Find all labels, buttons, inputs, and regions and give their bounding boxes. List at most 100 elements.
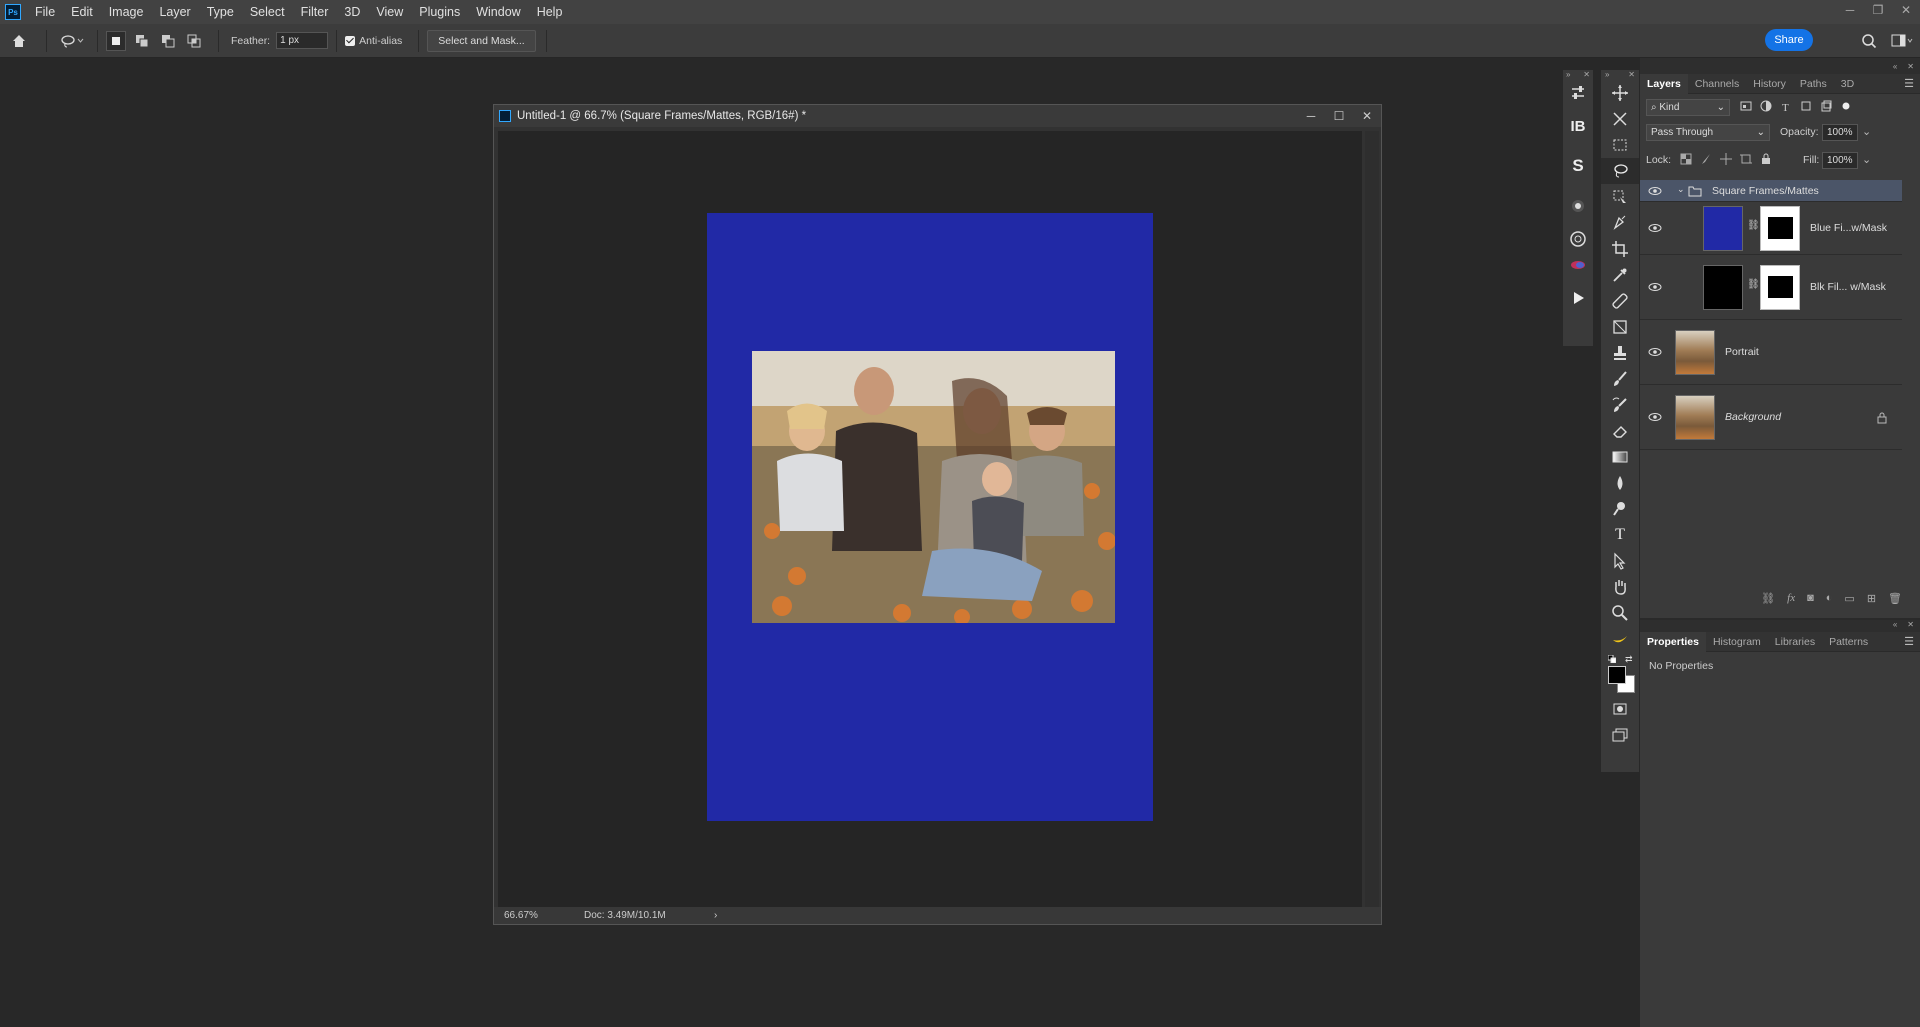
visibility-eye-icon[interactable] [1648,187,1662,195]
play-icon[interactable] [1563,278,1593,318]
blend-mode-select[interactable]: Pass Through ⌄ [1646,124,1770,141]
tab-history[interactable]: History [1746,74,1793,94]
visibility-eye-icon[interactable] [1648,283,1662,291]
tab-properties[interactable]: Properties [1640,631,1706,652]
zoom-level[interactable]: 66.67% [504,910,562,921]
color-plugin-icon[interactable] [1563,252,1593,278]
menu-3d[interactable]: 3D [336,0,368,24]
blur-icon[interactable] [1601,470,1639,496]
feather-input[interactable]: 1 px [276,32,329,49]
share-button[interactable]: Share [1765,29,1813,51]
collapse-icon[interactable]: » [1566,70,1570,80]
add-selection-icon[interactable] [132,31,152,51]
crop-icon[interactable] [1601,236,1639,262]
type-icon[interactable]: T [1601,522,1639,548]
layer-row-blue-fill[interactable]: ⛓ Blue Fi...w/Mask [1640,202,1902,255]
lasso-icon[interactable] [1601,158,1639,184]
lock-transparent-icon[interactable] [1680,153,1692,165]
swap-colors-icon[interactable]: ⇄ [1625,654,1633,665]
healing-icon[interactable] [1601,288,1639,314]
home-icon[interactable] [0,33,38,49]
menu-select[interactable]: Select [242,0,293,24]
filter-toggle-icon[interactable] [1840,100,1852,112]
menu-layer[interactable]: Layer [151,0,198,24]
filter-pixel-icon[interactable] [1740,100,1752,112]
brush-icon[interactable] [1601,366,1639,392]
tab-channels[interactable]: Channels [1688,74,1746,94]
menu-file[interactable]: File [27,0,63,24]
new-layer-icon[interactable]: ⊞ [1867,592,1876,605]
screen-mode-icon[interactable] [1601,722,1639,748]
close-button[interactable]: ✕ [1892,0,1920,24]
object-select-icon[interactable] [1601,184,1639,210]
doc-maximize-button[interactable]: ☐ [1325,105,1353,127]
menu-filter[interactable]: Filter [293,0,337,24]
new-group-icon[interactable]: ▭ [1844,592,1854,605]
subtract-selection-icon[interactable] [158,31,178,51]
layer-row-group[interactable]: ⌄ Square Frames/Mattes [1640,180,1902,202]
path-select-icon[interactable] [1601,548,1639,574]
doc-close-button[interactable]: ✕ [1353,105,1381,127]
filter-shape-icon[interactable] [1800,100,1812,112]
properties-collapse-icon[interactable]: « [1893,620,1897,632]
search-icon[interactable] [1854,33,1884,49]
workspace-icon[interactable] [1884,34,1920,48]
menu-edit[interactable]: Edit [63,0,101,24]
foreground-color[interactable] [1608,666,1626,684]
tab-libraries[interactable]: Libraries [1768,632,1822,652]
default-colors-icon[interactable] [1607,654,1617,664]
eraser-icon[interactable] [1601,418,1639,444]
menu-type[interactable]: Type [199,0,242,24]
document-tab[interactable]: Untitled-1 @ 66.7% (Square Frames/Mattes… [494,105,1381,127]
menu-image[interactable]: Image [101,0,152,24]
opacity-dropdown-icon[interactable]: ⌄ [1862,125,1871,138]
toolbox-close-icon[interactable]: ✕ [1628,70,1635,80]
photoshop-logo[interactable]: Ps [5,4,21,20]
antialias-checkbox[interactable] [345,35,356,46]
stamp-icon[interactable] [1601,340,1639,366]
s-plugin-icon[interactable]: S [1563,146,1593,186]
layer-row-black-fill[interactable]: ⛓ Blk Fil... w/Mask [1640,255,1902,320]
delete-layer-icon[interactable]: 🗑 [1888,592,1902,605]
history-brush-icon[interactable] [1601,392,1639,418]
restore-button[interactable]: ❐ [1864,0,1892,24]
ib-plugin-icon[interactable]: IB [1563,106,1593,146]
tab-histogram[interactable]: Histogram [1706,632,1768,652]
panel-close-icon[interactable]: ✕ [1907,62,1914,71]
fill-input[interactable]: 100% [1822,152,1858,169]
filter-kind-select[interactable]: ⌕ Kind ⌄ [1646,99,1730,116]
artboard-icon[interactable] [1601,106,1639,132]
frame-icon[interactable] [1601,314,1639,340]
layer-row-background[interactable]: Background [1640,385,1902,450]
fill-dropdown-icon[interactable]: ⌄ [1862,153,1871,166]
opacity-input[interactable]: 100% [1822,124,1858,141]
lock-all-icon[interactable] [1760,153,1772,165]
menu-plugins[interactable]: Plugins [411,0,468,24]
adjustments-icon[interactable] [1563,80,1593,106]
move-icon[interactable] [1601,80,1639,106]
lock-artboard-icon[interactable] [1740,153,1752,165]
vertical-scrollbar[interactable] [1365,131,1379,909]
menu-view[interactable]: View [368,0,411,24]
tab-layers[interactable]: Layers [1640,73,1688,94]
visibility-eye-icon[interactable] [1648,348,1662,356]
visibility-eye-icon[interactable] [1648,413,1662,421]
adjustment-layer-icon[interactable]: ◐ [1826,592,1833,604]
toolbox-collapse-icon[interactable]: » [1605,70,1609,80]
zoom-icon[interactable] [1601,600,1639,626]
close-icon[interactable]: ✕ [1583,70,1590,80]
minimize-button[interactable]: ─ [1836,0,1864,24]
select-and-mask-button[interactable]: Select and Mask... [427,29,536,52]
menu-window[interactable]: Window [468,0,528,24]
panel-collapse-icon[interactable]: « [1893,62,1897,71]
properties-close-icon[interactable]: ✕ [1907,620,1914,632]
doc-minimize-button[interactable]: ─ [1297,105,1325,127]
gradient-icon[interactable] [1601,444,1639,470]
add-mask-icon[interactable]: ◙ [1807,592,1814,604]
status-arrow-icon[interactable]: › [714,910,717,921]
filter-smart-icon[interactable] [1820,100,1832,112]
dodge-icon[interactable] [1601,496,1639,522]
menu-help[interactable]: Help [529,0,571,24]
intersect-selection-icon[interactable] [184,31,204,51]
tab-patterns[interactable]: Patterns [1822,632,1875,652]
